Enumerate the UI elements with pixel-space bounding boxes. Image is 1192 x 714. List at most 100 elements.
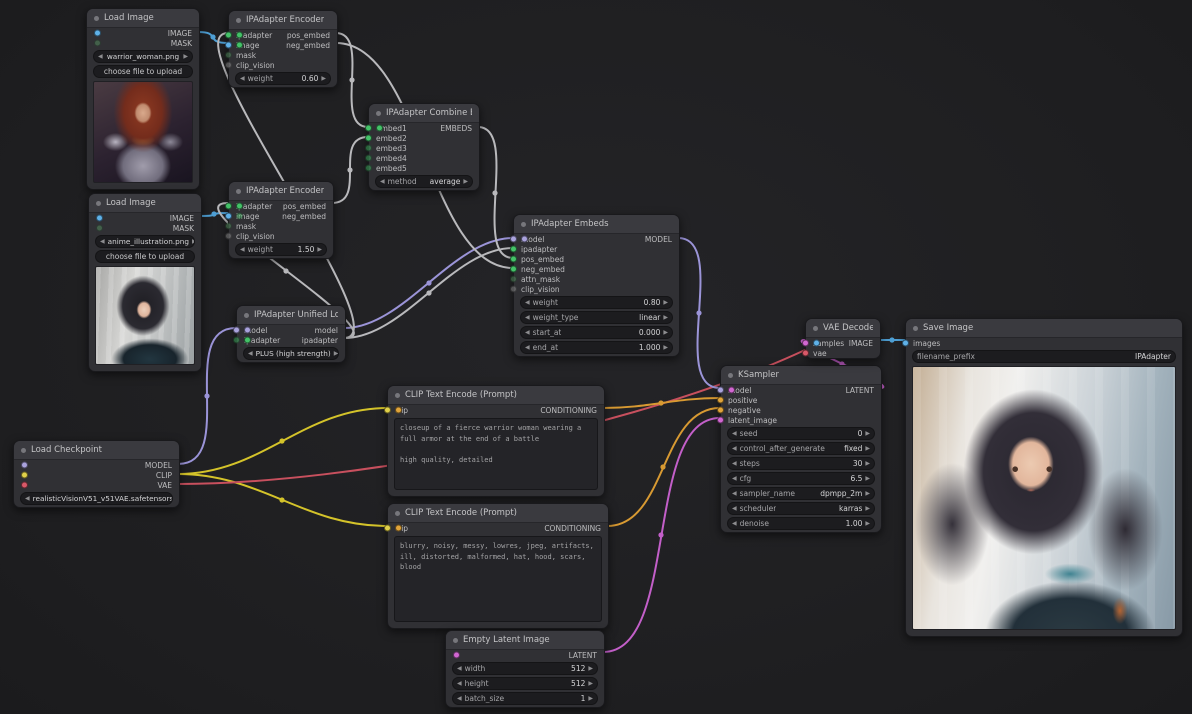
collapse-dot-icon[interactable]	[94, 16, 99, 21]
output-slot-IMAGE[interactable]	[813, 340, 820, 347]
input-slot-embed5[interactable]	[365, 165, 372, 172]
stepper-right-icon[interactable]: ▶	[865, 521, 870, 527]
stepper-left-icon[interactable]: ◀	[248, 351, 253, 357]
node-title-bar[interactable]: IPAdapter Encoder	[229, 182, 333, 201]
input-slot-clip_vision[interactable]	[225, 62, 232, 69]
input-slot-ipadapter[interactable]	[225, 32, 232, 39]
stepper-left-icon[interactable]: ◀	[732, 476, 737, 482]
stepper-left-icon[interactable]: ◀	[732, 461, 737, 467]
widget-weight[interactable]: ◀weight1.50▶	[235, 243, 327, 256]
widget-value[interactable]: ◀PLUS (high strength)▶	[243, 347, 339, 360]
stepper-left-icon[interactable]: ◀	[240, 76, 245, 82]
stepper-left-icon[interactable]: ◀	[100, 239, 105, 245]
collapse-dot-icon[interactable]	[395, 511, 400, 516]
output-slot-model[interactable]	[244, 327, 251, 334]
node-title-bar[interactable]: CLIP Text Encode (Prompt)	[388, 386, 604, 405]
collapse-dot-icon[interactable]	[395, 393, 400, 398]
input-slot-clip[interactable]	[384, 407, 391, 414]
collapse-dot-icon[interactable]	[813, 326, 818, 331]
output-slot-LATENT[interactable]	[728, 387, 735, 394]
output-slot-neg_embed[interactable]	[236, 213, 243, 220]
output-slot-CONDITIONING[interactable]	[395, 525, 402, 532]
node-clip-text-encode-negative[interactable]: CLIP Text Encode (Prompt)clipCONDITIONIN…	[387, 503, 609, 629]
stepper-left-icon[interactable]: ◀	[457, 666, 462, 672]
output-slot-pos_embed[interactable]	[236, 203, 243, 210]
stepper-left-icon[interactable]: ◀	[240, 247, 245, 253]
output-slot-IMAGE[interactable]	[96, 215, 103, 222]
stepper-right-icon[interactable]: ▶	[588, 666, 593, 672]
output-slot-MASK[interactable]	[94, 40, 101, 47]
stepper-left-icon[interactable]: ◀	[380, 179, 385, 185]
widget-height[interactable]: ◀height512▶	[452, 677, 598, 690]
widget-weight_type[interactable]: ◀weight_typelinear▶	[520, 311, 673, 324]
node-ipadapter-encoder-2[interactable]: IPAdapter Encoderipadapterpos_embedimage…	[228, 181, 334, 259]
widget-weight[interactable]: ◀weight0.60▶	[235, 72, 331, 85]
input-slot-latent_image[interactable]	[717, 417, 724, 424]
input-slot-embed4[interactable]	[365, 155, 372, 162]
input-slot-ipadapter[interactable]	[225, 203, 232, 210]
input-slot-negative[interactable]	[717, 407, 724, 414]
stepper-right-icon[interactable]: ▶	[865, 431, 870, 437]
widget-value[interactable]: ◀realisticVisionV51_v51VAE.safetensors▶	[20, 492, 173, 505]
collapse-dot-icon[interactable]	[21, 448, 26, 453]
stepper-right-icon[interactable]: ▶	[317, 247, 322, 253]
node-title-bar[interactable]: VAE Decode	[806, 319, 880, 338]
stepper-left-icon[interactable]: ◀	[525, 315, 530, 321]
input-slot-vae[interactable]	[802, 350, 809, 357]
node-empty-latent-image[interactable]: Empty Latent ImageLATENT◀width512▶◀heigh…	[445, 630, 605, 708]
input-slot-samples[interactable]	[802, 340, 809, 347]
input-slot-image[interactable]	[225, 42, 232, 49]
node-ipadapter-unified-loader[interactable]: IPAdapter Unified Loadermodelmodelipadap…	[236, 305, 346, 363]
stepper-right-icon[interactable]: ▶	[865, 446, 870, 452]
output-slot-MODEL[interactable]	[21, 462, 28, 469]
collapse-dot-icon[interactable]	[453, 638, 458, 643]
node-title-bar[interactable]: IPAdapter Embeds	[514, 215, 679, 234]
collapse-dot-icon[interactable]	[728, 373, 733, 378]
stepper-right-icon[interactable]: ▶	[588, 681, 593, 687]
stepper-left-icon[interactable]: ◀	[732, 506, 737, 512]
input-slot-attn_mask[interactable]	[510, 276, 517, 283]
widget-cfg[interactable]: ◀cfg6.5▶	[727, 472, 875, 485]
stepper-right-icon[interactable]: ▶	[865, 506, 870, 512]
node-title-bar[interactable]: Load Checkpoint	[14, 441, 179, 460]
collapse-dot-icon[interactable]	[236, 189, 241, 194]
output-slot-pos_embed[interactable]	[236, 32, 243, 39]
node-title-bar[interactable]: KSampler	[721, 366, 881, 385]
input-slot-positive[interactable]	[717, 397, 724, 404]
prompt-text[interactable]: closeup of a fierce warrior woman wearin…	[394, 418, 598, 490]
widget-seed[interactable]: ◀seed0▶	[727, 427, 875, 440]
output-slot-MASK[interactable]	[96, 225, 103, 232]
node-load-image-2[interactable]: Load ImageIMAGEMASK◀anime_illustration.p…	[88, 193, 202, 372]
input-slot-image[interactable]	[225, 213, 232, 220]
collapse-dot-icon[interactable]	[96, 201, 101, 206]
widget-value[interactable]: ◀anime_illustration.png▶	[95, 235, 195, 248]
node-clip-text-encode-positive[interactable]: CLIP Text Encode (Prompt)clipCONDITIONIN…	[387, 385, 605, 497]
output-slot-MODEL[interactable]	[521, 236, 528, 243]
node-graph-canvas[interactable]: Load ImageIMAGEMASK◀warrior_woman.png▶ch…	[0, 0, 1192, 714]
stepper-right-icon[interactable]: ▶	[334, 351, 339, 357]
stepper-right-icon[interactable]: ▶	[321, 76, 326, 82]
stepper-right-icon[interactable]: ▶	[663, 315, 668, 321]
node-ipadapter-combine-embeds[interactable]: IPAdapter Combine Embedsembed1EMBEDSembe…	[368, 103, 480, 191]
widget-end_at[interactable]: ◀end_at1.000▶	[520, 341, 673, 354]
node-title-bar[interactable]: Empty Latent Image	[446, 631, 604, 650]
stepper-right-icon[interactable]: ▶	[865, 461, 870, 467]
node-ipadapter-encoder-1[interactable]: IPAdapter Encoderipadapterpos_embedimage…	[228, 10, 338, 88]
input-slot-embed3[interactable]	[365, 145, 372, 152]
input-slot-images[interactable]	[902, 340, 909, 347]
stepper-left-icon[interactable]: ◀	[732, 431, 737, 437]
input-slot-clip_vision[interactable]	[225, 233, 232, 240]
widget-control_after_generate[interactable]: ◀control_after_generatefixed▶	[727, 442, 875, 455]
stepper-right-icon[interactable]: ▶	[663, 345, 668, 351]
node-title-bar[interactable]: IPAdapter Combine Embeds	[369, 104, 479, 123]
node-title-bar[interactable]: Load Image	[89, 194, 201, 213]
stepper-left-icon[interactable]: ◀	[25, 496, 30, 502]
input-slot-clip[interactable]	[384, 525, 391, 532]
stepper-left-icon[interactable]: ◀	[525, 330, 530, 336]
widget-scheduler[interactable]: ◀schedulerkarras▶	[727, 502, 875, 515]
widget-denoise[interactable]: ◀denoise1.00▶	[727, 517, 875, 530]
widget-sampler_name[interactable]: ◀sampler_namedpmpp_2m▶	[727, 487, 875, 500]
stepper-left-icon[interactable]: ◀	[732, 491, 737, 497]
stepper-right-icon[interactable]: ▶	[663, 330, 668, 336]
input-slot-model[interactable]	[717, 387, 724, 394]
